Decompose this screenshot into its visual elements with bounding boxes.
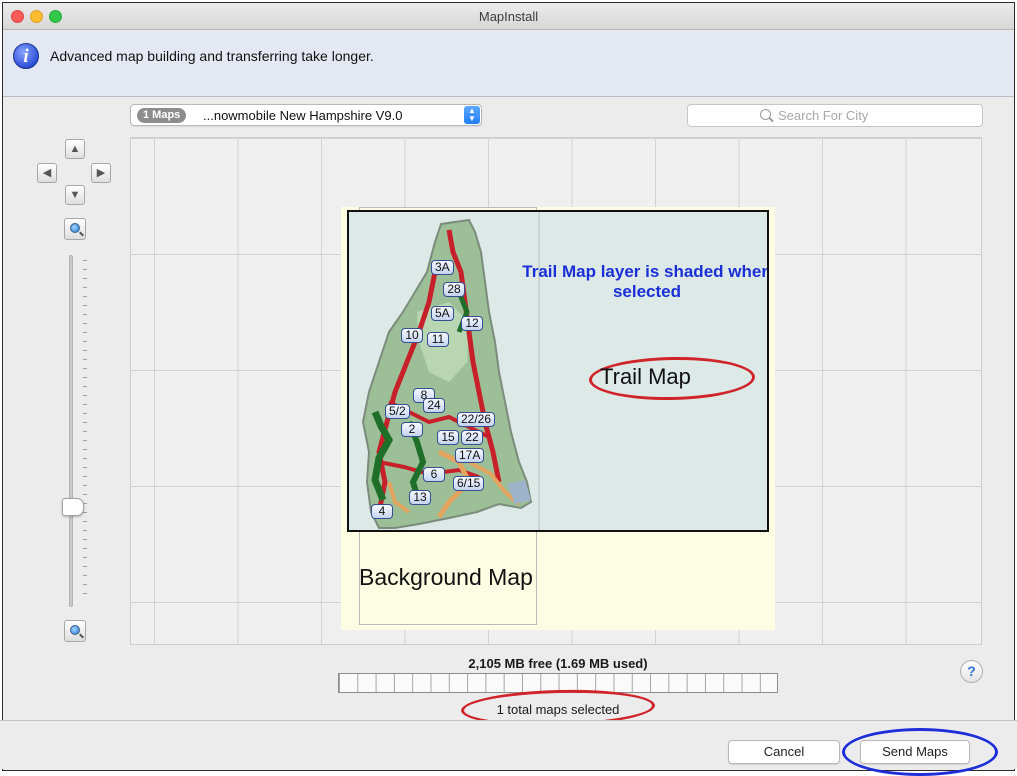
city-search-input[interactable]: Search For City [687, 104, 983, 127]
zoom-in-icon [70, 223, 80, 233]
route-label: 22/26 [457, 412, 496, 427]
zoom-in-button[interactable] [64, 218, 86, 240]
zoom-slider-ticks [83, 260, 87, 602]
route-label: 3A [431, 260, 454, 275]
send-maps-annotation-circle [842, 728, 998, 776]
background-map-label: Background Map [359, 564, 533, 590]
route-label: 5/2 [385, 404, 410, 419]
trail-layer-callout: Trail Map layer is shaded when selected [522, 262, 769, 301]
zoom-slider-thumb[interactable] [62, 498, 84, 516]
route-label: 13 [409, 490, 431, 505]
pan-up-button[interactable]: ▲ [65, 139, 85, 159]
storage-free-label: 2,105 MB free (1.69 MB used) [468, 656, 648, 671]
route-label: 11 [427, 332, 449, 347]
search-placeholder: Search For City [778, 108, 869, 123]
zoom-out-icon [70, 625, 80, 635]
trail-map-layer: Trail Map layer is shaded when selected … [347, 210, 769, 532]
up-down-chevron-icon: ▲ ▼ [464, 106, 480, 124]
route-label: 2 [401, 422, 423, 437]
route-label: 28 [443, 282, 465, 297]
pan-down-button[interactable]: ▼ [65, 185, 85, 205]
route-label: 5A [431, 306, 454, 321]
route-label: 17A [455, 448, 485, 463]
selected-map-name: ...nowmobile New Hampshire V9.0 [203, 108, 403, 123]
route-label: 10 [401, 328, 423, 343]
title-bar[interactable]: MapInstall [3, 3, 1014, 30]
zoom-slider-track[interactable] [69, 255, 73, 607]
map-layer-preview: Trail Map layer is shaded when selected … [341, 207, 775, 630]
map-set-select[interactable]: 1 Maps ...nowmobile New Hampshire V9.0 ▲… [130, 104, 482, 126]
route-label: 24 [423, 398, 445, 413]
help-button[interactable]: ? [960, 660, 983, 683]
cancel-button[interactable]: Cancel [728, 740, 840, 764]
selected-maps-count: 1 total maps selected [496, 702, 620, 717]
pan-right-button[interactable]: ▶ [91, 163, 111, 183]
search-icon [760, 109, 771, 120]
zoom-out-button[interactable] [64, 620, 86, 642]
window-title: MapInstall [478, 9, 539, 24]
trail-map-label: Trail Map [600, 364, 691, 389]
route-label: 6/15 [453, 476, 485, 491]
map-count-badge: 1 Maps [137, 108, 187, 123]
info-bar: i Advanced map building and transferring… [3, 31, 1014, 97]
info-message: Advanced map building and transferring t… [50, 48, 374, 64]
route-label: 4 [371, 504, 393, 519]
route-label: 22 [461, 430, 483, 445]
pan-left-button[interactable]: ◀ [37, 163, 57, 183]
route-label: 6 [423, 467, 445, 482]
route-label: 15 [437, 430, 459, 445]
info-icon: i [13, 43, 39, 69]
route-label: 12 [461, 316, 483, 331]
